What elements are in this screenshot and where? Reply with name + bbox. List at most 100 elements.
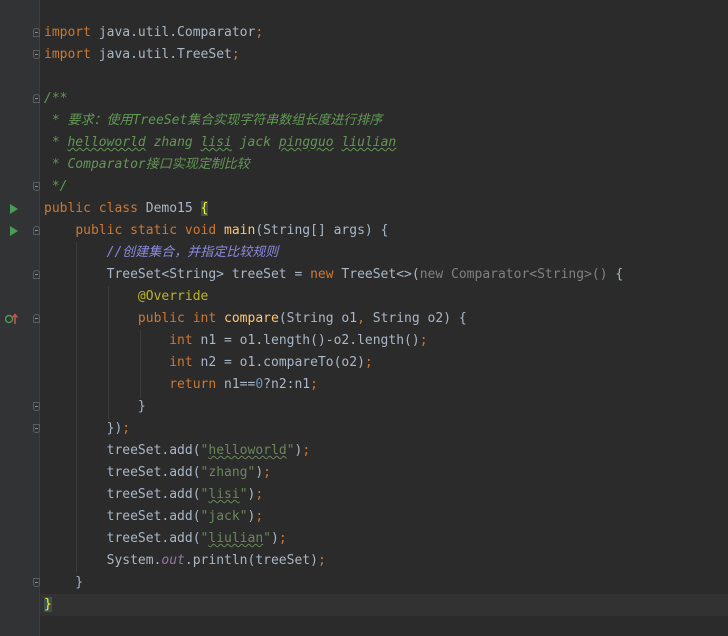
code-line[interactable]: public class Demo15 { <box>44 198 209 220</box>
code-token: "zhang" <box>200 465 256 480</box>
code-token: } <box>44 575 84 590</box>
code-token: (String o1 <box>278 311 358 326</box>
code-token: ; <box>255 25 264 40</box>
code-token: public class <box>44 201 146 216</box>
code-token: main <box>224 223 256 238</box>
code-token: } <box>44 399 146 414</box>
code-token: liulian <box>208 531 264 546</box>
code-line[interactable]: treeSet.add("helloworld"); <box>44 440 311 462</box>
code-token: ) <box>255 465 264 480</box>
code-token: import <box>44 25 91 40</box>
code-token: " <box>263 531 271 546</box>
code-token: int <box>169 355 201 370</box>
code-token: compare <box>224 311 279 326</box>
code-token: treeSet.add( <box>44 531 201 546</box>
code-line[interactable]: TreeSet<String> treeSet = new TreeSet<>(… <box>44 264 624 286</box>
code-token: */ <box>44 179 68 194</box>
code-token: java.util.Comparator <box>90 25 256 40</box>
code-token: " <box>239 487 248 502</box>
code-line[interactable]: }); <box>44 418 131 440</box>
code-token: ; <box>263 465 271 480</box>
code-token: zhang <box>145 135 201 150</box>
code-line[interactable]: * Comparator接口实现定制比较 <box>44 154 250 176</box>
code-token: String o2) { <box>372 311 467 326</box>
code-token: new Comparator<String>() <box>419 267 608 282</box>
code-line[interactable]: * 要求：使用TreeSet集合实现字符串数组长度进行排序 <box>44 110 382 132</box>
code-line[interactable]: @Override <box>44 286 208 308</box>
code-token: ; <box>302 443 311 458</box>
code-token: pingguo <box>278 135 334 150</box>
code-line[interactable]: treeSet.add("jack"); <box>44 506 264 528</box>
code-token: Demo15 <box>145 201 201 216</box>
code-line[interactable]: */ <box>44 176 68 198</box>
code-token: n1 = o1.length()-o2.length() <box>200 333 420 348</box>
code-token: { <box>607 267 624 282</box>
code-token: treeSet.add( <box>44 443 201 458</box>
code-line[interactable]: import java.util.TreeSet; <box>44 44 240 66</box>
code-token: ; <box>317 553 326 568</box>
code-token: helloworld <box>67 135 146 150</box>
code-token: jack <box>231 135 279 150</box>
code-token: TreeSet<String> treeSet = <box>44 267 311 282</box>
code-token: 0 <box>255 377 264 392</box>
code-token: @Override <box>137 289 209 304</box>
code-token: ; <box>255 509 264 524</box>
code-token: ; <box>310 377 318 392</box>
code-token: n1== <box>224 377 256 392</box>
code-line[interactable]: import java.util.Comparator; <box>44 22 263 44</box>
code-line[interactable]: System.out.println(treeSet); <box>44 550 326 572</box>
code-token: treeSet.add( <box>44 465 201 480</box>
code-line[interactable]: * helloworld zhang lisi jack pingguo liu… <box>44 132 396 154</box>
code-line[interactable]: public static void main(String[] args) { <box>44 220 388 242</box>
code-token: liulian <box>341 135 397 150</box>
code-line[interactable]: } <box>44 572 83 594</box>
code-line[interactable]: return n1==0?n2:n1; <box>44 374 318 396</box>
code-line[interactable]: } <box>44 594 52 616</box>
code-line[interactable]: treeSet.add("zhang"); <box>44 462 271 484</box>
code-token: }) <box>44 421 123 436</box>
code-line[interactable]: //创建集合，并指定比较规则 <box>44 242 279 264</box>
code-editor[interactable]: import java.util.Comparator; import java.… <box>0 0 728 636</box>
code-token: int <box>169 333 201 348</box>
code-token: //创建集合，并指定比较规则 <box>106 245 279 260</box>
code-line[interactable]: /** <box>44 88 67 110</box>
code-token: (String[] args) { <box>255 223 389 238</box>
code-token: "jack" <box>200 509 248 524</box>
code-line[interactable]: int n2 = o1.compareTo(o2); <box>44 352 373 374</box>
code-line[interactable]: treeSet.add("liulian"); <box>44 528 287 550</box>
code-token: /** <box>44 91 68 106</box>
code-token: ; <box>255 487 264 502</box>
code-token: ; <box>419 333 428 348</box>
code-token: ; <box>122 421 131 436</box>
code-line[interactable]: public int compare(String o1, String o2)… <box>44 308 467 330</box>
code-token: TreeSet<>( <box>341 267 420 282</box>
code-token: helloworld <box>208 443 287 458</box>
code-token: * 要求：使用TreeSet集合实现字符串数组长度进行排序 <box>44 113 383 128</box>
code-token: import <box>44 47 91 62</box>
code-token: public static void <box>75 223 225 238</box>
code-token: out <box>161 553 185 568</box>
code-token: * Comparator接口实现定制比较 <box>44 157 250 172</box>
code-token: , <box>357 311 373 326</box>
code-content[interactable]: import java.util.Comparator; import java.… <box>0 0 728 636</box>
code-token: treeSet.add( <box>44 509 201 524</box>
code-line[interactable]: int n1 = o1.length()-o2.length(); <box>44 330 428 352</box>
code-token: ; <box>278 531 287 546</box>
code-token: ; <box>231 47 240 62</box>
code-token: new <box>310 267 342 282</box>
code-token: ) <box>271 531 279 546</box>
code-token: * <box>44 135 68 150</box>
code-line[interactable]: } <box>44 396 146 418</box>
code-line[interactable]: treeSet.add("lisi"); <box>44 484 264 506</box>
code-token: n2 = o1.compareTo(o2) <box>200 355 365 370</box>
code-token: System. <box>44 553 162 568</box>
code-token: } <box>44 597 52 612</box>
code-token: ; <box>364 355 373 370</box>
code-token: ?n2:n1 <box>263 377 311 392</box>
